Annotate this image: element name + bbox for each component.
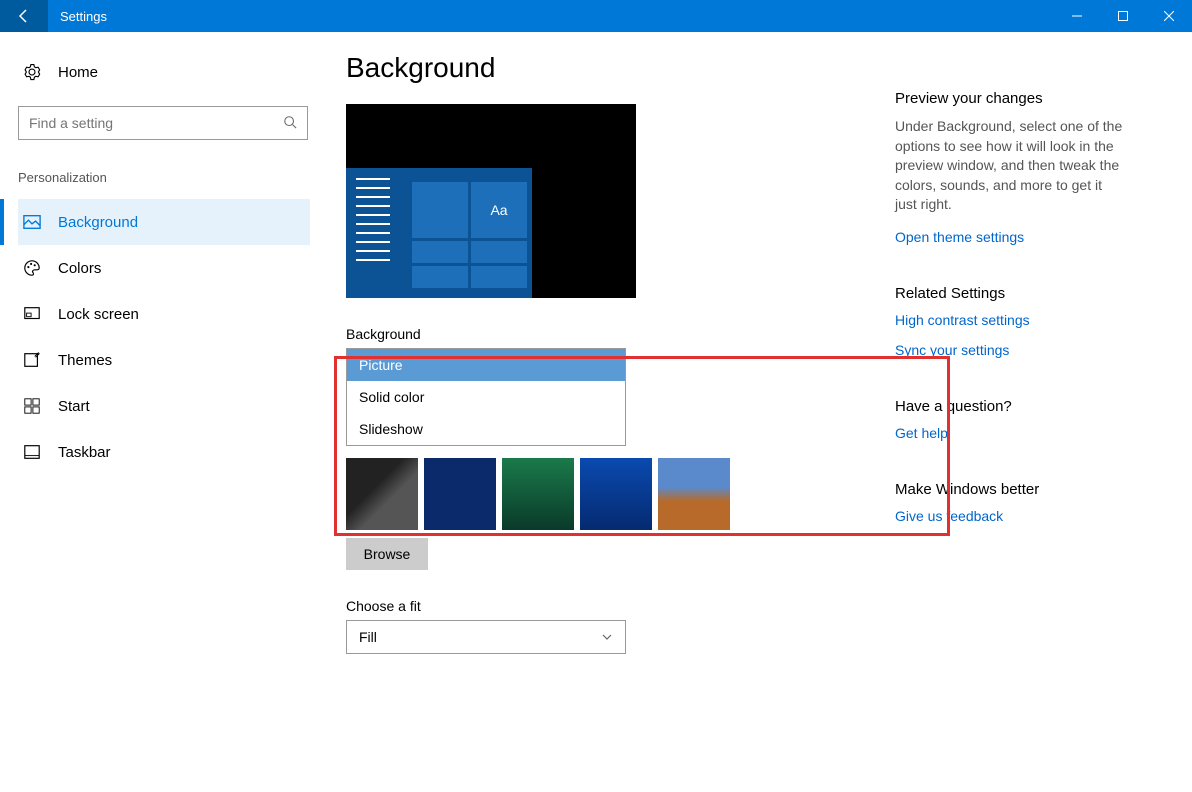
dropdown-option-slideshow[interactable]: Slideshow	[347, 413, 625, 445]
search-input[interactable]	[29, 115, 283, 131]
maximize-button[interactable]	[1100, 0, 1146, 32]
picture-thumbnails	[346, 458, 885, 530]
gear-icon	[20, 63, 44, 81]
page-title: Background	[346, 52, 885, 84]
preview-sample-text: Aa	[471, 182, 527, 238]
fit-dropdown[interactable]: Fill	[346, 620, 626, 654]
close-icon	[1164, 11, 1174, 21]
high-contrast-link[interactable]: High contrast settings	[895, 312, 1125, 328]
sidebar-item-taskbar[interactable]: Taskbar	[18, 429, 310, 475]
related-settings-heading: Related Settings	[895, 285, 1125, 302]
sidebar-item-label: Background	[58, 214, 138, 231]
desktop-preview: Aa	[346, 104, 636, 298]
window-title: Settings	[60, 9, 107, 24]
lockscreen-icon	[20, 305, 44, 323]
background-dropdown-open[interactable]: Picture Solid color Slideshow	[346, 348, 626, 446]
sidebar-item-label: Lock screen	[58, 306, 139, 323]
chevron-down-icon	[601, 631, 613, 643]
thumbnail-2[interactable]	[424, 458, 496, 530]
thumbnail-5[interactable]	[658, 458, 730, 530]
content-area: Background Aa Background Picture Solid c…	[310, 32, 885, 792]
start-icon	[20, 397, 44, 415]
question-heading: Have a question?	[895, 398, 1125, 415]
dropdown-option-solidcolor[interactable]: Solid color	[347, 381, 625, 413]
dropdown-option-picture[interactable]: Picture	[347, 349, 625, 381]
sidebar-item-themes[interactable]: Themes	[18, 337, 310, 383]
colors-icon	[20, 259, 44, 277]
arrow-left-icon	[16, 8, 32, 24]
minimize-button[interactable]	[1054, 0, 1100, 32]
open-theme-link[interactable]: Open theme settings	[895, 229, 1125, 245]
sidebar-item-label: Taskbar	[58, 444, 111, 461]
maximize-icon	[1118, 11, 1128, 21]
home-label: Home	[58, 64, 98, 81]
sync-settings-link[interactable]: Sync your settings	[895, 342, 1125, 358]
window-controls	[1054, 0, 1192, 32]
back-button[interactable]	[0, 0, 48, 32]
right-panel: Preview your changes Under Background, s…	[885, 32, 1145, 792]
search-icon	[283, 115, 297, 132]
background-label: Background	[346, 326, 885, 342]
thumbnail-4[interactable]	[580, 458, 652, 530]
taskbar-icon	[20, 443, 44, 461]
search-box[interactable]	[18, 106, 308, 140]
titlebar: Settings	[0, 0, 1192, 32]
themes-icon	[20, 351, 44, 369]
thumbnail-1[interactable]	[346, 458, 418, 530]
preview-changes-text: Under Background, select one of the opti…	[895, 117, 1125, 215]
browse-button[interactable]: Browse	[346, 538, 428, 570]
get-help-link[interactable]: Get help	[895, 425, 1125, 441]
close-button[interactable]	[1146, 0, 1192, 32]
sidebar-item-colors[interactable]: Colors	[18, 245, 310, 291]
sidebar: Home Personalization Background Colors L…	[0, 32, 310, 792]
minimize-icon	[1072, 11, 1082, 21]
sidebar-item-label: Themes	[58, 352, 112, 369]
fit-value: Fill	[359, 629, 377, 645]
give-feedback-link[interactable]: Give us feedback	[895, 508, 1125, 524]
thumbnail-3[interactable]	[502, 458, 574, 530]
sidebar-item-start[interactable]: Start	[18, 383, 310, 429]
background-icon	[20, 213, 44, 231]
section-label: Personalization	[18, 170, 310, 185]
sidebar-item-label: Start	[58, 398, 90, 415]
preview-changes-heading: Preview your changes	[895, 90, 1125, 107]
sidebar-item-label: Colors	[58, 260, 101, 277]
sidebar-item-lockscreen[interactable]: Lock screen	[18, 291, 310, 337]
feedback-heading: Make Windows better	[895, 481, 1125, 498]
sidebar-item-background[interactable]: Background	[18, 199, 310, 245]
fit-label: Choose a fit	[346, 598, 885, 614]
home-button[interactable]: Home	[18, 52, 310, 92]
